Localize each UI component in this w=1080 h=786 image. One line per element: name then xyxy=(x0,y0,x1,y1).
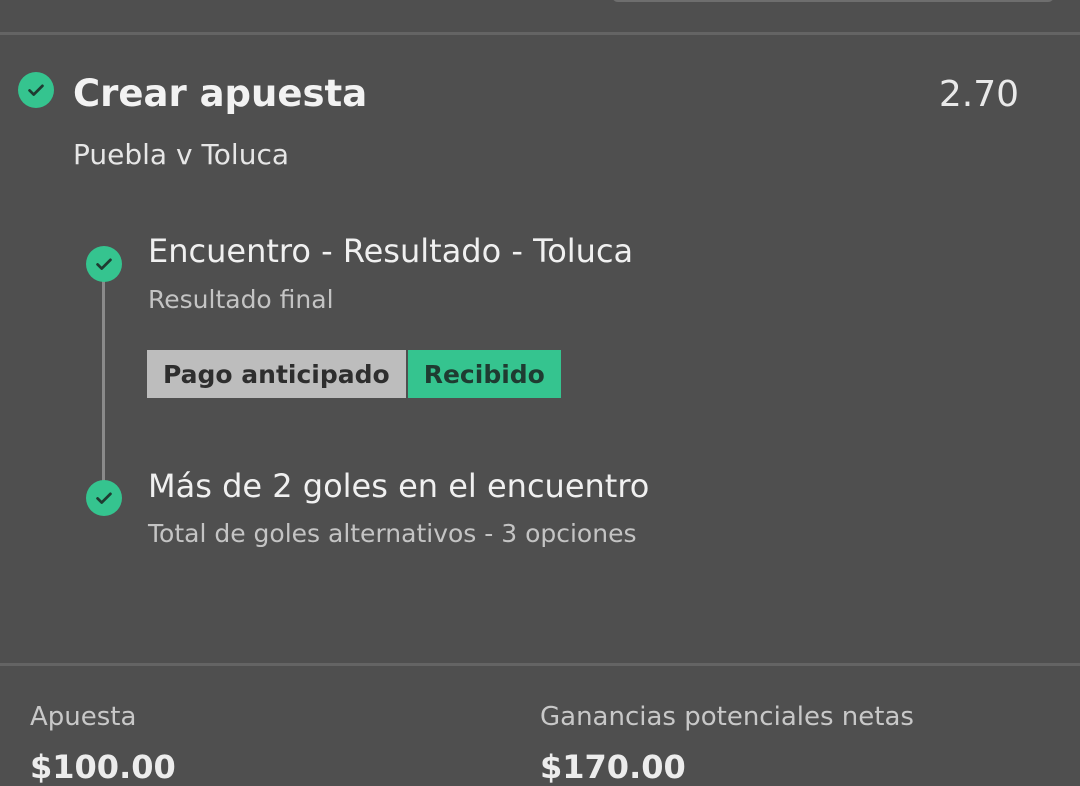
stake-value: $100.00 xyxy=(30,748,176,786)
leg-title: Más de 2 goles en el encuentro xyxy=(148,467,650,505)
check-circle-icon xyxy=(18,72,54,108)
match-name: Puebla v Toluca xyxy=(73,138,290,171)
top-divider xyxy=(0,32,1080,35)
check-circle-icon xyxy=(86,480,122,516)
leg-subtitle: Resultado final xyxy=(148,285,334,314)
check-circle-icon xyxy=(86,246,122,282)
timeline-connector xyxy=(102,275,105,493)
early-payout-tag: Pago anticipado xyxy=(147,350,408,398)
leg-subtitle: Total de goles alternativos - 3 opciones xyxy=(148,519,637,548)
leg-tags: Pago anticipado Recibido xyxy=(147,350,561,398)
bet-odds: 2.70 xyxy=(938,74,1019,115)
top-input-field[interactable] xyxy=(612,0,1054,2)
potential-returns-value: $170.00 xyxy=(540,748,686,786)
received-tag: Recibido xyxy=(407,350,561,398)
bet-title: Crear apuesta xyxy=(73,72,368,115)
potential-returns-label: Ganancias potenciales netas xyxy=(540,702,914,732)
footer-divider xyxy=(0,663,1080,666)
stake-label: Apuesta xyxy=(30,702,137,732)
leg-title: Encuentro - Resultado - Toluca xyxy=(148,232,634,270)
